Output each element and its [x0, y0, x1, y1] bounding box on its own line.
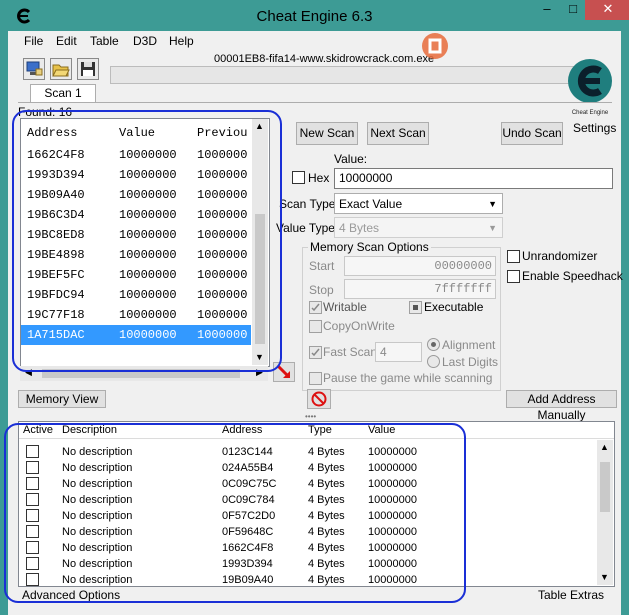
executable-label: Executable: [424, 300, 484, 314]
table-vertical-scrollbar[interactable]: ▲ ▼: [597, 440, 613, 585]
pause-game-checkbox[interactable]: [309, 372, 322, 385]
writable-checkbox[interactable]: [309, 301, 322, 314]
alignment-radio[interactable]: [427, 338, 440, 351]
fast-scan-label: Fast Scan: [323, 345, 378, 359]
value-label: Value:: [334, 152, 368, 166]
radio-dot-icon: [431, 342, 436, 347]
new-scan-button[interactable]: New Scan: [296, 122, 358, 145]
annotation-circle-results: [12, 110, 282, 372]
memory-scan-options-title: Memory Scan Options: [308, 240, 431, 254]
no-sign-icon: [311, 391, 327, 407]
computer-icon: [26, 61, 43, 76]
scroll-down-icon[interactable]: ▼: [600, 572, 609, 582]
value-type-value: 4 Bytes: [339, 221, 380, 235]
stop-scan-button[interactable]: [307, 389, 331, 409]
fast-scan-input[interactable]: 4: [375, 342, 422, 362]
last-digits-radio[interactable]: [427, 355, 440, 368]
menu-edit[interactable]: Edit: [56, 34, 77, 48]
scan-type-label: Scan Type: [279, 197, 336, 211]
scan-progress-bar: [110, 66, 576, 84]
add-address-manually-button[interactable]: Add Address Manually: [506, 390, 617, 422]
pause-game-label: Pause the game while scanning: [323, 371, 493, 385]
next-scan-button[interactable]: Next Scan: [367, 122, 429, 145]
copy-on-write-label: CopyOnWrite: [323, 319, 395, 333]
tab-scan-1[interactable]: Scan 1: [30, 84, 96, 103]
chevron-down-icon: ▼: [488, 223, 497, 233]
scan-type-value: Exact Value: [339, 197, 403, 211]
tab-underline: [18, 102, 612, 103]
alignment-label: Alignment: [442, 338, 496, 352]
settings-link[interactable]: Settings: [573, 121, 616, 135]
executable-checkbox[interactable]: [409, 301, 422, 314]
annotation-circle-table: [4, 423, 466, 603]
chevron-down-icon: ▼: [488, 199, 497, 209]
speedhack-checkbox[interactable]: [507, 270, 520, 283]
table-scroll-thumb[interactable]: [600, 462, 610, 512]
unrandomizer-checkbox[interactable]: [507, 250, 520, 263]
menu-file[interactable]: File: [24, 34, 43, 48]
check-icon: [311, 348, 320, 357]
speedhack-label: Enable Speedhack: [522, 269, 623, 283]
fast-scan-checkbox[interactable]: [309, 346, 322, 359]
stop-address-input[interactable]: 7fffffff: [344, 279, 496, 299]
maximize-button[interactable]: □: [558, 0, 588, 20]
memory-view-button[interactable]: Memory View: [18, 390, 106, 408]
logo-caption: Cheat Engine: [571, 110, 609, 116]
process-name: 00001EB8-fifa14-www.skidrowcrack.com.exe: [214, 53, 435, 65]
copy-on-write-checkbox[interactable]: [309, 320, 322, 333]
cheat-engine-logo[interactable]: Cheat Engine: [566, 55, 614, 119]
close-button[interactable]: ✕: [585, 0, 629, 20]
menu-d3d[interactable]: D3D: [133, 34, 157, 48]
last-digits-label: Last Digits: [442, 355, 499, 369]
start-label: Start: [309, 259, 335, 273]
watermark-logo-icon: [422, 33, 448, 59]
scroll-up-icon[interactable]: ▲: [600, 442, 609, 452]
hex-checkbox[interactable]: [292, 171, 305, 184]
hex-label: Hex: [308, 171, 330, 185]
menu-help[interactable]: Help: [169, 34, 194, 48]
check-icon: [311, 303, 320, 312]
writable-label: Writable: [323, 300, 367, 314]
save-button[interactable]: [77, 58, 99, 80]
open-process-button[interactable]: [23, 58, 45, 80]
splitter-grip[interactable]: ••••: [305, 412, 316, 421]
open-file-button[interactable]: [50, 58, 72, 80]
start-address-input[interactable]: 00000000: [344, 256, 496, 276]
value-input[interactable]: 10000000: [334, 168, 613, 189]
stop-label: Stop: [309, 283, 334, 297]
menu-table[interactable]: Table: [90, 34, 119, 48]
undo-scan-button[interactable]: Undo Scan: [501, 122, 563, 145]
value-type-label: Value Type: [276, 221, 335, 235]
window-controls: – □ ✕: [532, 0, 629, 20]
value-type-select[interactable]: 4 Bytes ▼: [334, 217, 503, 238]
indeterminate-icon: [413, 305, 418, 310]
scan-type-select[interactable]: Exact Value ▼: [334, 193, 503, 214]
floppy-disk-icon: [81, 62, 95, 76]
table-extras-button[interactable]: Table Extras: [538, 588, 604, 602]
unrandomizer-label: Unrandomizer: [522, 249, 598, 263]
folder-open-icon: [52, 64, 70, 77]
